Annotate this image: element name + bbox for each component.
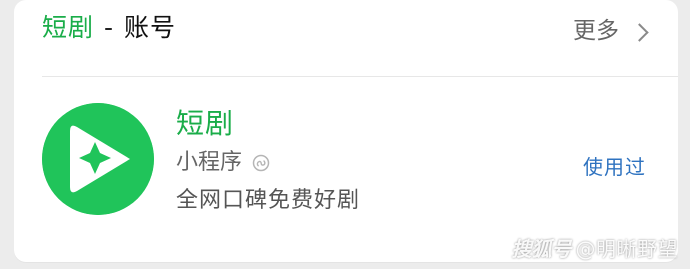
section-header: 短剧 - 账号 更多 (14, 0, 678, 76)
section-title-highlight: 短剧 (42, 13, 95, 42)
chevron-right-icon (630, 22, 649, 42)
section-title-separator: - (104, 13, 115, 42)
result-description: 全网口碑免费好剧 (176, 188, 361, 213)
result-text-block: 短剧 小程序 全网口碑免费好剧 (176, 110, 360, 212)
more-label: 更多 (573, 18, 619, 44)
search-result-card: 短剧 - 账号 更多 短剧 小程序 全网口碑免费好剧 使用过 (14, 0, 678, 262)
more-button[interactable]: 更多 (573, 18, 649, 44)
result-type: 小程序 (176, 150, 243, 175)
result-name: 短剧 (176, 107, 235, 140)
play-sparkle-logo-icon (42, 103, 154, 215)
used-badge: 使用过 (583, 155, 646, 179)
mini-program-icon (252, 154, 270, 172)
mini-program-result-row[interactable]: 短剧 小程序 全网口碑免费好剧 使用过 (14, 77, 678, 262)
section-title: 短剧 - 账号 (42, 15, 176, 40)
section-title-suffix: 账号 (124, 13, 177, 42)
result-meta: 小程序 (176, 152, 360, 174)
